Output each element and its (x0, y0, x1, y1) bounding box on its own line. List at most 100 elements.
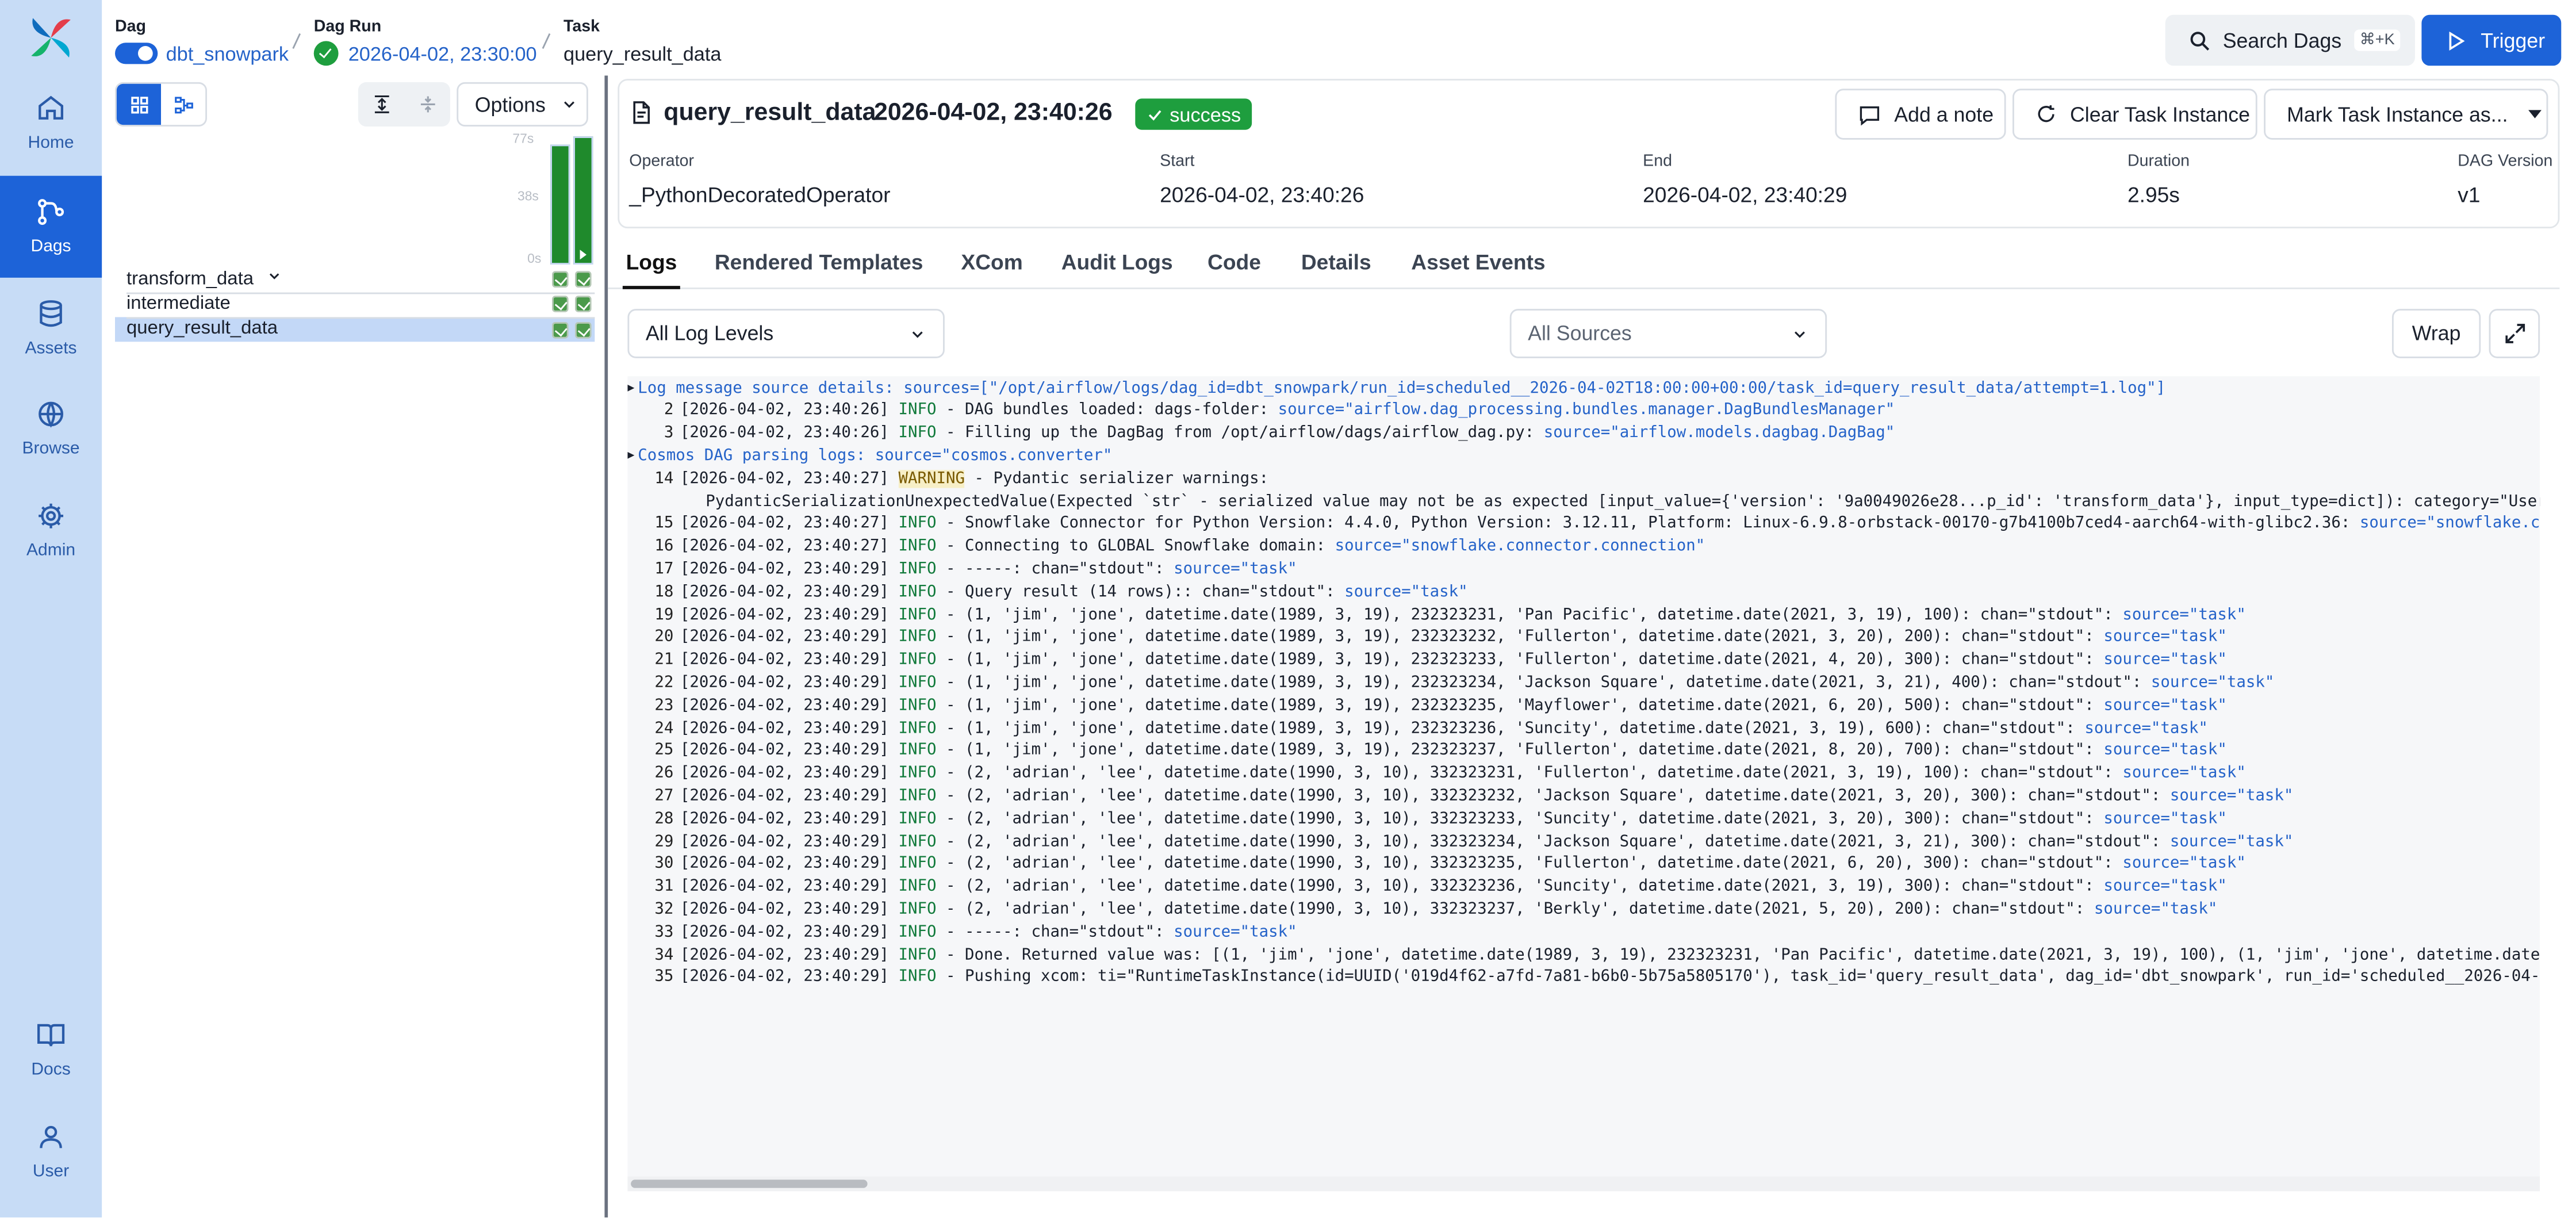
nav-browse[interactable]: Browse (0, 378, 102, 480)
horizontal-scrollbar[interactable] (627, 1176, 2540, 1192)
book-icon (37, 1024, 65, 1047)
log-viewer[interactable]: ▶ Log message source details: sources=["/… (627, 376, 2540, 1177)
log-source-link[interactable]: source="task" (2122, 855, 2246, 873)
tab-rendered-templates[interactable]: Rendered Templates (715, 250, 923, 274)
tab-xcom[interactable]: XCom (961, 250, 1022, 274)
graph-view-button[interactable] (162, 84, 205, 125)
tree-row-transform-data[interactable]: transform_data (115, 268, 595, 293)
left-nav: Home Dags Assets Browse Admin Docs User (0, 0, 102, 1218)
duration-label: Duration (2128, 152, 2190, 171)
task-status-cell[interactable] (552, 322, 569, 339)
breadcrumb-dag-link[interactable]: dbt_snowpark (166, 43, 289, 66)
nav-dags[interactable]: Dags (0, 175, 102, 278)
mark-task-instance-button[interactable]: Mark Task Instance as... (2264, 89, 2548, 140)
log-source-link[interactable]: source="task" (2103, 628, 2227, 646)
tab-details[interactable]: Details (1301, 250, 1371, 274)
log-source-link[interactable]: source="task" (2103, 878, 2227, 895)
log-line-number: 23 (654, 696, 674, 714)
log-source-link[interactable]: source="airflow.dag_processing.bundles.m… (1278, 401, 1895, 419)
log-source-link[interactable]: source="task" (2103, 810, 2227, 828)
log-source-link[interactable]: source="task" (2170, 832, 2294, 850)
log-line-number: 14 (654, 469, 674, 488)
log-source-link[interactable]: source="snowflake.connector.connection" (1335, 538, 1705, 556)
tab-logs[interactable]: Logs (622, 250, 681, 289)
log-source-link[interactable]: source="task" (2094, 900, 2218, 918)
mark-task-label: Mark Task Instance as... (2287, 102, 2508, 126)
status-badge: success (1135, 98, 1253, 130)
nav-label: Assets (25, 338, 77, 358)
log-line-number: 19 (654, 605, 674, 624)
run-duration-bar-selected[interactable] (573, 136, 593, 265)
search-shortcut: ⌘+K (2355, 29, 2400, 51)
log-source-link[interactable]: source="task" (2122, 606, 2246, 623)
fullscreen-button[interactable] (2489, 309, 2540, 358)
log-source-link[interactable]: source="task" (2103, 651, 2227, 669)
grid-view-button[interactable] (116, 83, 162, 125)
log-level-select[interactable]: All Log Levels (627, 309, 945, 358)
file-icon (633, 101, 650, 124)
tab-asset-events[interactable]: Asset Events (1411, 250, 1545, 274)
task-status-cell-selected[interactable] (575, 322, 592, 339)
trigger-button[interactable]: Trigger (2421, 14, 2562, 66)
log-source-link[interactable]: source="task" (2170, 787, 2294, 805)
log-line: 25 [2026-04-02, 23:40:29] INFO - (1, 'jim… (627, 740, 2227, 763)
log-line: 29 [2026-04-02, 23:40:29] INFO - (2, 'adr… (627, 830, 2293, 853)
log-source-select[interactable]: All Sources (1509, 309, 1827, 358)
task-label: intermediate (126, 294, 231, 314)
log-level: INFO (898, 673, 937, 692)
dag-toggle[interactable] (115, 43, 158, 64)
log-source-link[interactable]: source="task" (2084, 719, 2208, 737)
log-message: - Snowflake Connector for Python Version… (936, 515, 2360, 533)
options-button[interactable]: Options (457, 82, 588, 127)
log-source-link[interactable]: source="task" (2103, 696, 2227, 714)
clear-task-instance-button[interactable]: Clear Task Instance (2012, 89, 2257, 140)
log-line: 22 [2026-04-02, 23:40:29] INFO - (1, 'jim… (627, 672, 2274, 694)
wrap-label: Wrap (2412, 322, 2461, 345)
add-note-button[interactable]: Add a note (1835, 89, 2006, 140)
nav-docs[interactable]: Docs (0, 999, 102, 1101)
log-source-link[interactable]: source="snowflake.connector (2360, 515, 2540, 533)
log-source-link[interactable]: source="task" (2151, 673, 2275, 691)
log-source-link[interactable]: source="task" (2122, 764, 2246, 782)
task-status-cell[interactable] (575, 296, 592, 312)
run-duration-bar[interactable] (550, 144, 570, 265)
scrollbar-thumb[interactable] (631, 1179, 868, 1188)
nav-user[interactable]: User (0, 1101, 102, 1202)
log-line: 28 [2026-04-02, 23:40:29] INFO - (2, 'adr… (627, 808, 2227, 830)
log-line: 14 [2026-04-02, 23:40:27] WARNING - Pydan… (627, 468, 1268, 490)
chevron-down-icon[interactable] (266, 268, 282, 285)
task-status-cell[interactable] (552, 271, 569, 288)
log-source-link[interactable]: source="task" (1174, 560, 1297, 578)
start-label: Start (1160, 152, 1195, 171)
log-line: 24 [2026-04-02, 23:40:29] INFO - (1, 'jim… (627, 717, 2207, 740)
collapse-icon (420, 96, 435, 113)
tree-row-query-result-data[interactable]: query_result_data (115, 317, 595, 342)
nav-admin[interactable]: Admin (0, 480, 102, 581)
log-source-link[interactable]: source="task" (2103, 741, 2227, 759)
task-label: query_result_data (126, 319, 278, 339)
breadcrumb-run-link[interactable]: 2026-04-02, 23:30:00 (348, 43, 537, 66)
log-group-toggle[interactable]: ▶ Log message source details: sources=["/… (627, 377, 2165, 400)
tab-audit-logs[interactable]: Audit Logs (1061, 250, 1173, 274)
log-group-toggle[interactable]: ▶ Cosmos DAG parsing logs: source="cosmos… (627, 445, 1112, 468)
airflow-logo[interactable] (26, 13, 76, 63)
wrap-button[interactable]: Wrap (2392, 309, 2481, 358)
search-dags-button[interactable]: Search Dags ⌘+K (2165, 14, 2415, 66)
task-status-cell[interactable] (552, 296, 569, 312)
log-source-link[interactable]: source="airflow.models.dagbag.DagBag" (1544, 424, 1895, 442)
task-instance-title: query_result_data (664, 98, 876, 127)
log-message: - (2, 'adrian', 'lee', datetime.date(199… (936, 764, 2123, 783)
collapse-all-button[interactable] (404, 82, 450, 127)
tree-row-intermediate[interactable]: intermediate (115, 293, 595, 317)
nav-assets[interactable]: Assets (0, 278, 102, 380)
log-line-number: 32 (654, 900, 674, 918)
caret-right-icon: ▶ (627, 448, 635, 462)
expand-all-button[interactable] (358, 82, 404, 127)
task-status-cell[interactable] (575, 271, 592, 288)
breadcrumb-run-label: Dag Run (313, 18, 382, 36)
log-source-link[interactable]: source="task" (1344, 583, 1468, 600)
nav-home[interactable]: Home (0, 72, 102, 174)
log-source-link[interactable]: source="task" (1174, 923, 1297, 941)
tab-code[interactable]: Code (1208, 250, 1261, 274)
log-line-number: 21 (654, 650, 674, 669)
